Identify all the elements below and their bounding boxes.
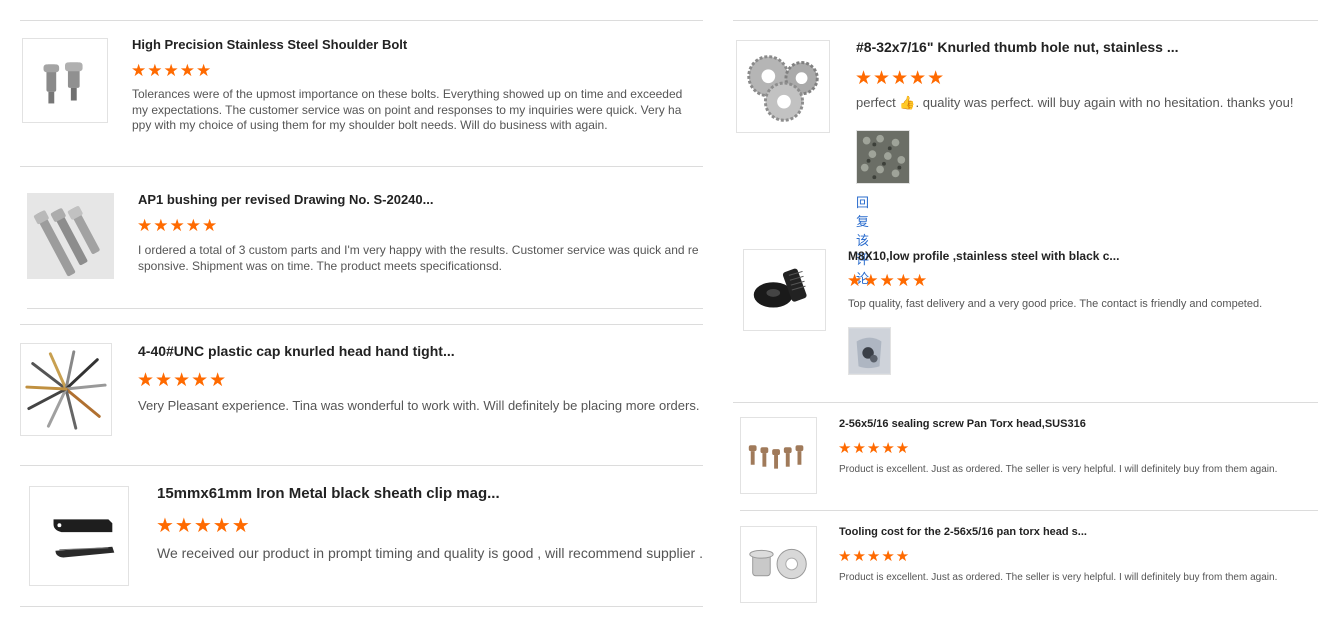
product-thumbnail[interactable] — [736, 40, 830, 133]
product-thumbnail[interactable] — [740, 526, 817, 603]
divider — [20, 465, 703, 466]
assorted-screws-icon — [25, 350, 107, 430]
rating-stars: ★★★★★ — [838, 440, 911, 457]
divider — [733, 20, 1318, 21]
product-title[interactable]: 15mmx61mm Iron Metal black sheath clip m… — [157, 485, 500, 502]
product-title[interactable]: Tooling cost for the 2-56x5/16 pan torx … — [839, 526, 1087, 538]
review-photo[interactable] — [856, 130, 910, 184]
product-thumbnail[interactable] — [20, 343, 112, 436]
divider — [27, 308, 703, 309]
divider — [733, 402, 1318, 403]
review-text: Product is excellent. Just as ordered. T… — [839, 464, 1278, 475]
review-text: We received our product in prompt timing… — [157, 545, 703, 561]
rating-stars: ★★★★★ — [847, 271, 929, 290]
review-text: perfect 👍. quality was perfect. will buy… — [856, 95, 1316, 112]
rating-stars: ★★★★★ — [137, 216, 219, 235]
review-text: I ordered a total of 3 custom parts and … — [138, 243, 699, 273]
product-title[interactable]: 4-40#UNC plastic cap knurled head hand t… — [138, 343, 455, 359]
review-text: Top quality, fast delivery and a very go… — [848, 298, 1263, 310]
product-title[interactable]: 2-56x5/16 sealing screw Pan Torx head,SU… — [839, 418, 1086, 430]
product-title[interactable]: AP1 bushing per revised Drawing No. S-20… — [138, 192, 433, 207]
product-title[interactable]: High Precision Stainless Steel Shoulder … — [132, 37, 407, 52]
thumbs-up-emoji: 👍 — [899, 95, 916, 110]
review-text-part: . quality was perfect. will buy again wi… — [915, 95, 1294, 110]
rating-stars: ★★★★★ — [131, 61, 213, 80]
socket-bolts-icon — [27, 193, 114, 279]
product-thumbnail[interactable] — [22, 38, 108, 123]
divider — [20, 166, 703, 167]
tooling-parts-icon — [749, 548, 807, 580]
review-text-part: perfect — [856, 95, 900, 110]
product-title[interactable]: M8X10,low profile ,stainless steel with … — [848, 249, 1119, 263]
knurled-nut-icon — [747, 55, 819, 122]
review-text: Very Pleasant experience. Tina was wonde… — [138, 398, 700, 413]
nuts-pile-photo — [857, 131, 909, 183]
torx-screws-icon — [748, 445, 804, 469]
product-title[interactable]: #8-32x7/16" Knurled thumb hole nut, stai… — [856, 39, 1179, 55]
review-photo[interactable] — [848, 327, 891, 375]
rating-stars: ★★★★★ — [137, 370, 228, 391]
product-thumbnail[interactable] — [743, 249, 826, 331]
rating-stars: ★★★★★ — [156, 515, 251, 537]
rating-stars: ★★★★★ — [838, 548, 911, 565]
shoulder-bolt-icon — [43, 62, 83, 104]
divider — [20, 324, 703, 325]
product-thumbnail[interactable] — [27, 193, 114, 279]
review-text: Tolerances were of the upmost importance… — [132, 87, 683, 133]
black-screw-icon — [753, 268, 807, 308]
divider — [20, 20, 703, 21]
product-thumbnail[interactable] — [740, 417, 817, 494]
product-thumbnail[interactable] — [29, 486, 129, 586]
sheath-clip-icon — [53, 519, 115, 558]
divider — [740, 510, 1318, 511]
divider — [20, 606, 703, 607]
screw-bag-photo — [849, 328, 890, 374]
rating-stars: ★★★★★ — [855, 68, 946, 89]
review-text: Product is excellent. Just as ordered. T… — [839, 572, 1278, 583]
